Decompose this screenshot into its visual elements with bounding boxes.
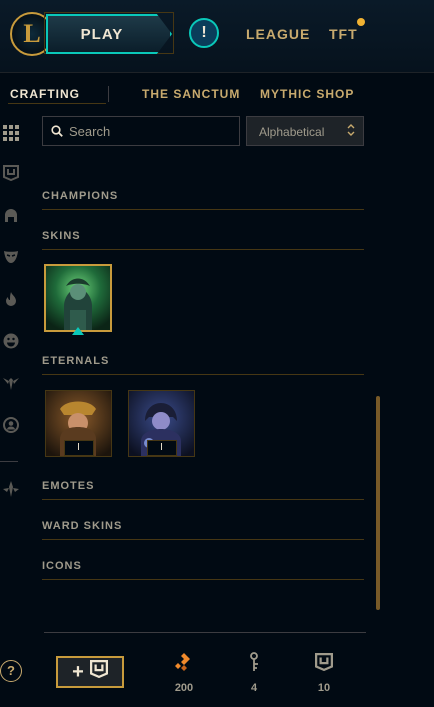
orange-essence-counter: 200 [164, 650, 204, 694]
footer-divider [44, 632, 366, 633]
section-ward-skins[interactable]: WARD SKINS [42, 520, 364, 540]
key-fragment-value: 4 [250, 682, 258, 694]
orange-essence-value: 200 [174, 682, 194, 694]
section-skins-label: SKINS [42, 230, 81, 242]
section-champions[interactable]: CHAMPIONS [42, 190, 364, 210]
chevron-updown-icon [347, 122, 355, 140]
section-champions-label: CHAMPIONS [42, 190, 119, 202]
tab-divider [108, 86, 109, 102]
section-emotes[interactable]: EMOTES [42, 480, 364, 500]
eternal-count-badge: I [63, 440, 94, 456]
sidebar-divider [0, 461, 18, 462]
add-chest-button[interactable]: + [56, 656, 124, 688]
profile-icon[interactable] [2, 416, 20, 434]
tft-icon[interactable] [2, 480, 20, 498]
grid-icon[interactable] [2, 124, 20, 142]
sort-dropdown-value: Alphabetical [259, 125, 325, 139]
selected-indicator-icon [72, 327, 84, 335]
chest-icon [304, 650, 344, 674]
key-fragment-icon [234, 650, 274, 674]
play-button[interactable]: PLAY [46, 14, 172, 54]
top-bar: L PLAY ! LEAGUE TFT [0, 0, 434, 73]
eternal-tile[interactable]: I [45, 390, 112, 457]
plus-glyph: + [72, 660, 84, 683]
help-button[interactable]: ? [0, 660, 22, 682]
sort-dropdown[interactable]: Alphabetical [246, 116, 364, 146]
section-skins[interactable]: SKINS [42, 230, 364, 250]
alert-glyph: ! [201, 24, 207, 41]
section-divider [42, 374, 364, 375]
section-divider [42, 209, 364, 210]
emote-icon[interactable] [2, 332, 20, 350]
flame-icon[interactable] [2, 290, 20, 308]
section-icons-label: ICONS [42, 560, 82, 572]
section-ward-skins-label: WARD SKINS [42, 520, 123, 532]
chest-icon[interactable] [2, 164, 20, 182]
active-tab-underline [8, 103, 106, 104]
eternal-count-badge: I [146, 440, 177, 456]
orange-essence-icon [164, 650, 204, 674]
helmet-icon[interactable] [2, 206, 20, 224]
nav-league[interactable]: LEAGUE [246, 26, 310, 42]
skin-artwork-image [46, 266, 110, 330]
tab-crafting[interactable]: CRAFTING [10, 87, 80, 101]
eternal-tile[interactable]: I [128, 390, 195, 457]
skin-shard-tile[interactable] [44, 264, 112, 332]
section-divider [42, 539, 364, 540]
section-divider [42, 499, 364, 500]
search-input[interactable] [69, 117, 234, 145]
alert-icon[interactable]: ! [189, 18, 219, 48]
section-eternals[interactable]: ETERNALS [42, 355, 364, 375]
logo-letter: L [23, 19, 41, 48]
section-emotes-label: EMOTES [42, 480, 95, 492]
search-field[interactable] [42, 116, 240, 146]
mask-icon[interactable] [2, 248, 20, 266]
ward-icon[interactable] [2, 374, 20, 392]
search-icon [51, 124, 63, 142]
notification-dot-icon [357, 18, 365, 26]
scrollbar-thumb[interactable] [376, 396, 380, 610]
key-fragment-counter: 4 [234, 650, 274, 694]
nav-tft[interactable]: TFT [329, 26, 358, 42]
section-eternals-label: ETERNALS [42, 355, 110, 367]
tab-the-sanctum[interactable]: THE SANCTUM [142, 87, 240, 101]
help-glyph: ? [7, 663, 15, 678]
section-divider [42, 579, 364, 580]
chest-icon [89, 660, 108, 684]
play-button-label: PLAY [80, 25, 124, 43]
chest-value: 10 [317, 682, 331, 694]
section-icons[interactable]: ICONS [42, 560, 364, 580]
tab-mythic-shop[interactable]: MYTHIC SHOP [260, 87, 354, 101]
section-divider [42, 249, 364, 250]
chest-counter: 10 [304, 650, 344, 694]
